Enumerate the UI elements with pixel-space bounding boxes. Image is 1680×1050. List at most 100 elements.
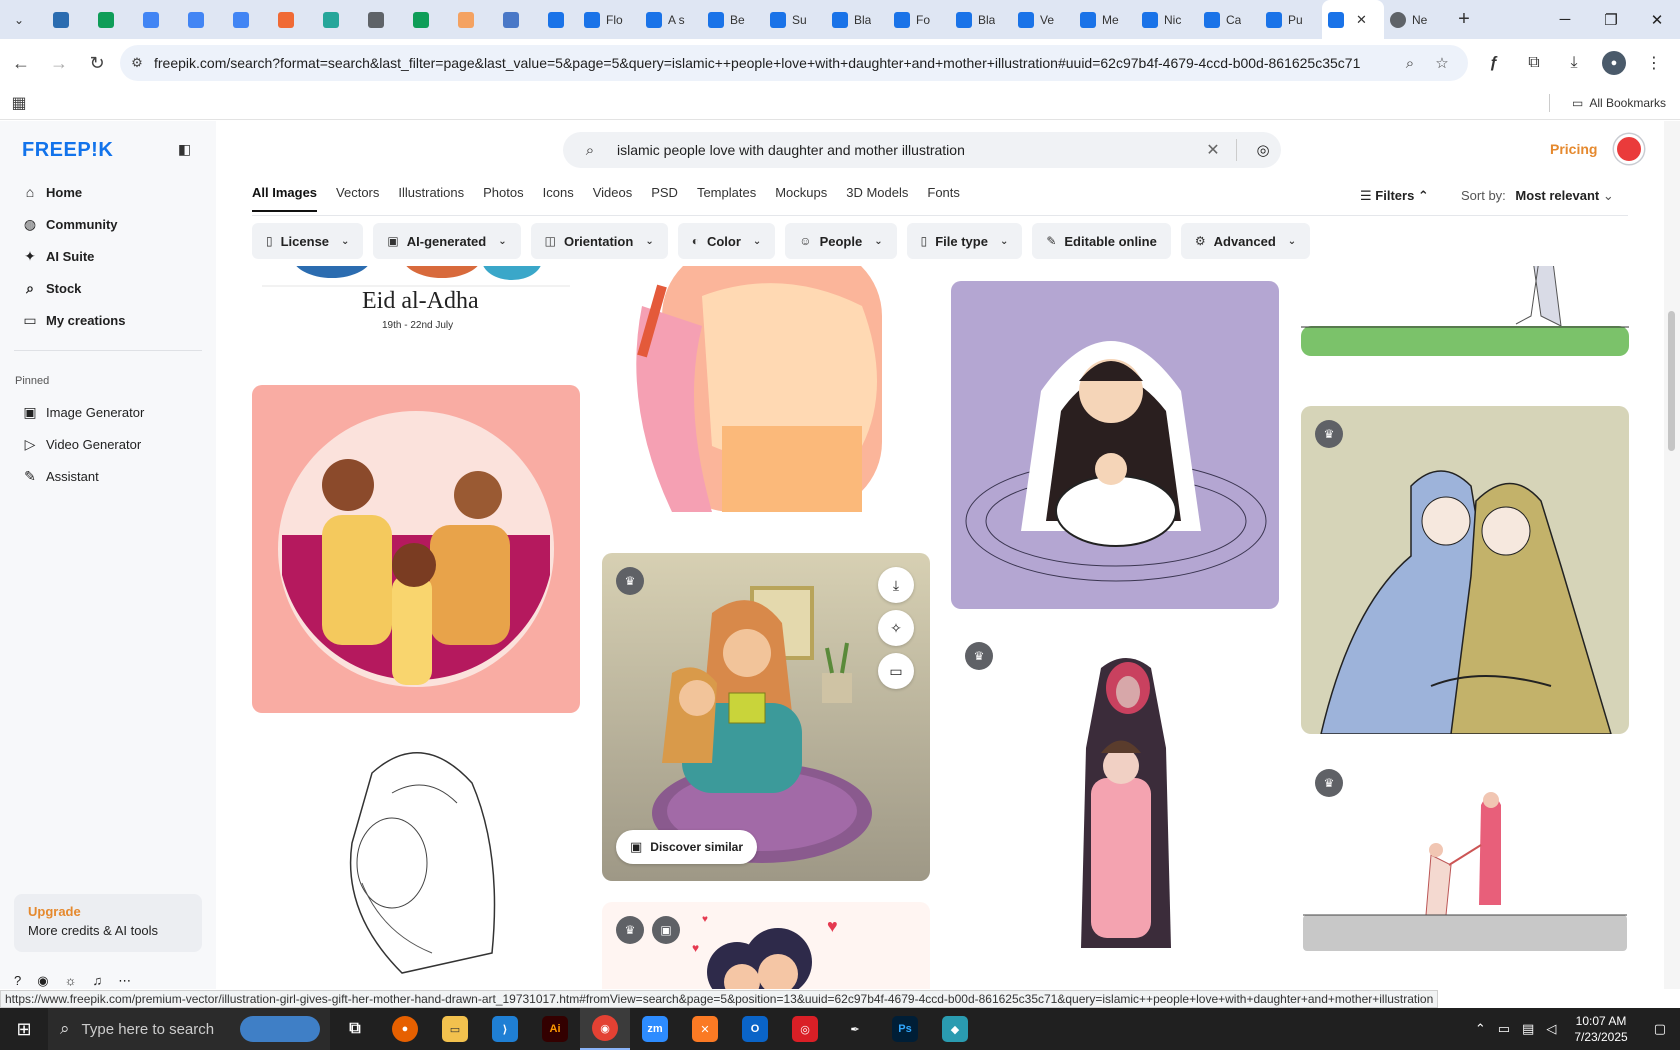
tab-3d-models[interactable]: 3D Models [846,185,908,212]
browser-tab[interactable]: A s [640,0,702,39]
bookmark-star-icon[interactable]: ☆ [1426,54,1458,72]
file-type-filter-chip[interactable]: ▯ File type ⌄ [906,223,1023,259]
result-card-purple[interactable] [951,281,1279,609]
tab-vectors[interactable]: Vectors [336,185,379,212]
result-card-eid[interactable]: Eid al-Adha 19th - 22nd July [252,266,580,336]
download-icon[interactable]: ⤓ [1554,43,1594,83]
outlook-icon[interactable]: O [730,1008,780,1050]
help-icon[interactable]: ? [14,973,21,989]
orientation-filter-chip[interactable]: ◫ Orientation ⌄ [530,223,668,259]
network-icon[interactable]: ▤ [1516,1021,1540,1037]
tab-new-page[interactable]: Ne [1384,0,1446,39]
maximize-icon[interactable]: ❐ [1588,0,1634,39]
tab-illustrations[interactable]: Illustrations [398,185,464,212]
browser-tab[interactable]: Nic [1136,0,1198,39]
user-avatar[interactable] [1614,134,1644,164]
scrollbar-thumb[interactable] [1668,311,1675,451]
camera-search-icon[interactable]: ◎ [1245,141,1281,159]
browser-tab[interactable] [83,0,128,39]
browser-tab[interactable]: Fo [888,0,950,39]
sidebar-item-assistant[interactable]: ✎ Assistant [14,461,204,491]
browser-tab[interactable]: Bla [826,0,888,39]
more-menu-icon[interactable]: ⋮ [1634,43,1674,83]
browser-tab[interactable]: Bla [950,0,1012,39]
tab-photos[interactable]: Photos [483,185,523,212]
save-collection-icon[interactable]: ▭ [878,653,914,689]
sort-dropdown[interactable]: Sort by: Most relevant ⌄ [1461,188,1614,204]
tray-chevron-icon[interactable]: ⌃ [1469,1021,1492,1037]
vscode-icon[interactable]: ⟩ [480,1008,530,1050]
tab-videos[interactable]: Videos [593,185,633,212]
search-input[interactable]: islamic people love with daughter and mo… [617,142,1198,158]
result-card-family[interactable] [252,385,580,713]
search-bar[interactable]: ⌕ islamic people love with daughter and … [563,132,1281,168]
tab-all-images[interactable]: All Images [252,185,318,212]
more-icon[interactable]: ⋯ [118,973,131,989]
license-filter-chip[interactable]: ▯ License ⌄ [252,223,364,259]
extensions-puzzle-icon[interactable]: ⧉ [1514,43,1554,83]
zoom-icon[interactable]: zm [630,1008,680,1050]
theme-icon[interactable]: ☼ [65,973,77,989]
browser-tab[interactable]: Ca [1198,0,1260,39]
minimize-icon[interactable]: ─ [1542,0,1588,39]
result-card-hug[interactable] [602,266,930,512]
sidebar-item-home[interactable]: ⌂ Home [14,177,204,207]
result-card-walking[interactable] [1301,266,1629,363]
tab-fonts[interactable]: Fonts [927,185,960,212]
result-card-hug-elderly[interactable]: ♛ [1301,406,1629,734]
new-tab-button[interactable]: + [1446,8,1482,31]
task-view-icon[interactable]: ⧉ [330,1008,380,1050]
browser-tab[interactable] [488,0,533,39]
result-card-hearts[interactable]: ♥ ♥ ♥ ♛ ▣ [602,902,930,989]
firefox-icon[interactable]: ● [380,1008,430,1050]
browser-tab[interactable] [38,0,83,39]
profile-avatar[interactable]: ● [1602,51,1626,75]
browser-tab[interactable] [353,0,398,39]
close-window-icon[interactable]: ✕ [1634,0,1680,39]
freepik-logo[interactable]: FREEP!K [22,139,113,162]
browser-tab[interactable] [263,0,308,39]
browser-tab[interactable] [533,0,578,39]
browser-tab[interactable]: Ve [1012,0,1074,39]
sidebar-item-image-generator[interactable]: ▣ Image Generator [14,397,204,427]
windows-start-icon[interactable]: ⊞ [0,1008,48,1050]
creative-cloud-icon[interactable]: ◎ [780,1008,830,1050]
browser-tab[interactable] [128,0,173,39]
volume-icon[interactable]: ◁ [1540,1021,1562,1037]
file-explorer-icon[interactable]: ▭ [430,1008,480,1050]
close-tab-icon[interactable]: ✕ [1356,12,1367,28]
result-card-holding-hands[interactable]: ♛ [1301,755,1629,969]
sidebar-item-video-generator[interactable]: ▷ Video Generator [14,429,204,459]
result-card-sketch[interactable] [252,733,580,989]
sidebar-item-community[interactable]: ◍ Community [14,209,204,239]
illustrator-icon[interactable]: Ai [530,1008,580,1050]
zoom-icon[interactable]: ⌕ [1394,55,1426,72]
discord-icon[interactable]: ◉ [37,973,48,989]
sidebar-item-ai-suite[interactable]: ✦ AI Suite [14,241,204,271]
download-icon[interactable]: ⤓ [878,567,914,603]
notifications-icon[interactable]: ▢ [1640,1021,1680,1037]
chrome-icon[interactable]: ◉ [580,1008,630,1050]
discover-similar-button[interactable]: ▣ Discover similar [616,830,758,864]
sidebar-item-my-creations[interactable]: ▭ My creations [14,305,204,335]
tab-search-icon[interactable]: ⌄ [0,0,38,39]
result-card-hijab[interactable]: ♛ [951,628,1279,989]
reload-icon[interactable]: ↻ [80,46,114,80]
url-text[interactable]: freepik.com/search?format=search&last_fi… [154,55,1394,71]
tab-mockups[interactable]: Mockups [775,185,827,212]
browser-tab[interactable]: Flo [578,0,640,39]
photoshop-icon[interactable]: Ps [880,1008,930,1050]
pricing-link[interactable]: Pricing [1550,141,1597,157]
back-icon[interactable]: ← [4,46,38,80]
edit-ai-icon[interactable]: ✧ [878,610,914,646]
apps-grid-icon[interactable]: ▦ [0,93,38,113]
tab-psd[interactable]: PSD [651,185,678,212]
page-scrollbar[interactable] [1664,121,1680,989]
all-bookmarks-button[interactable]: ▭ All Bookmarks [1572,96,1666,110]
color-filter-chip[interactable]: ◐ Color ⌄ [677,223,776,259]
tab-active[interactable]: ✕ [1322,0,1384,39]
taskbar-clock[interactable]: 10:07 AM 7/23/2025 [1562,1013,1639,1045]
tab-templates[interactable]: Templates [697,185,756,212]
filters-button[interactable]: ☰ Filters ⌃ [1360,188,1429,204]
ai-generated-filter-chip[interactable]: ▣ AI-generated ⌄ [373,223,521,259]
